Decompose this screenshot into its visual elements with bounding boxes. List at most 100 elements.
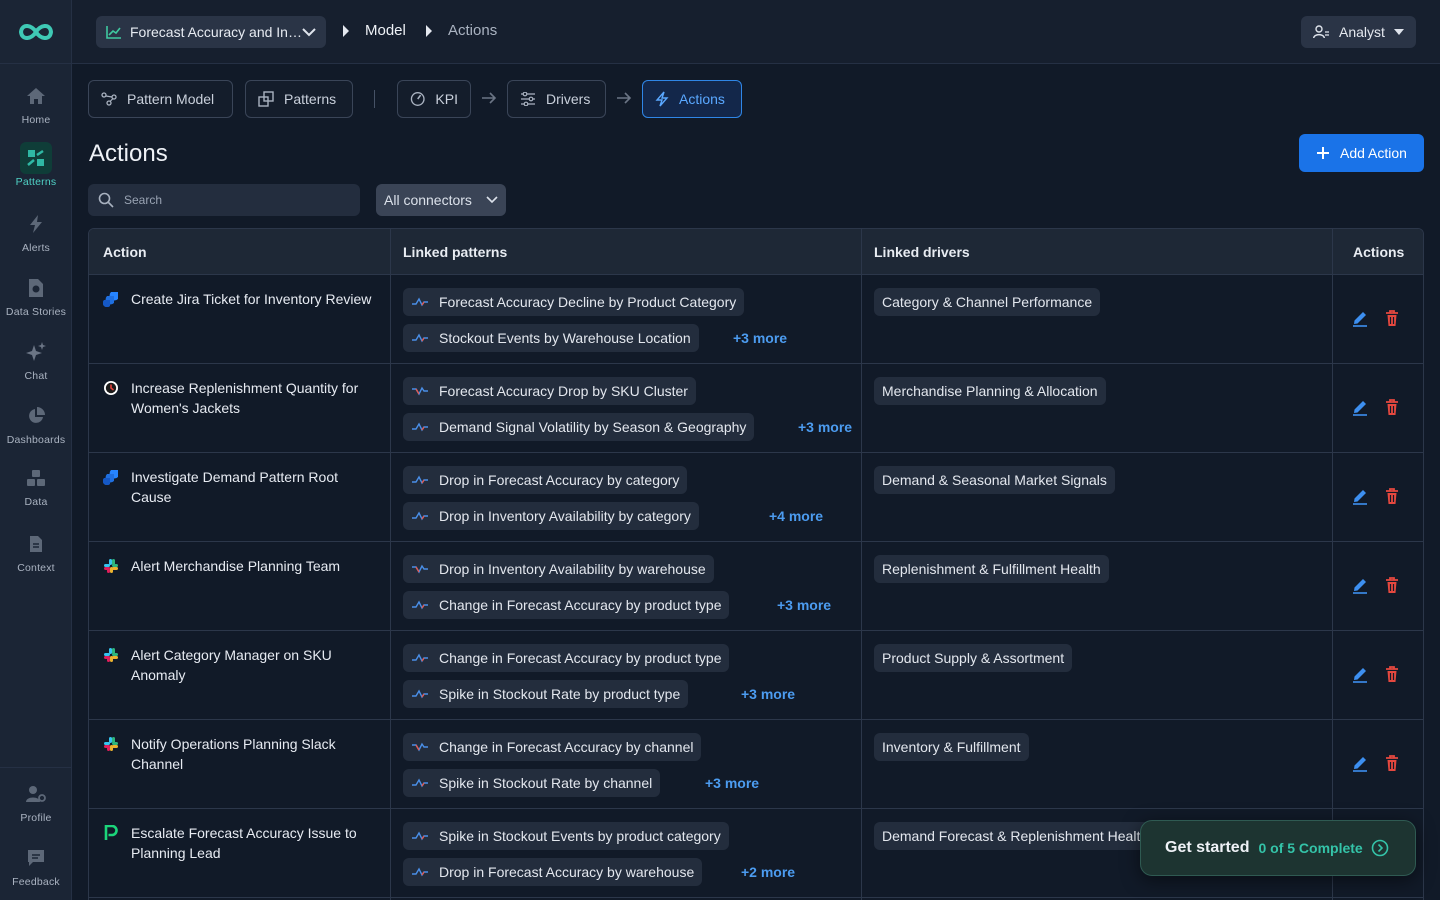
tab-actions[interactable]: Actions [642, 80, 742, 118]
project-select[interactable]: Forecast Accuracy and Inventory Performa… [96, 16, 326, 48]
actions-table: Action Linked patterns Linked drivers Ac… [88, 228, 1424, 900]
driver-chip-label: Demand & Seasonal Market Signals [882, 472, 1107, 488]
nav-profile[interactable]: Profile [0, 778, 72, 824]
tab-kpi[interactable]: KPI [397, 80, 471, 118]
pattern-chip[interactable]: Forecast Accuracy Decline by Product Cat… [403, 288, 745, 316]
tab-label: Patterns [284, 91, 337, 107]
more-patterns-link[interactable]: +3 more [705, 775, 759, 791]
driver-chip[interactable]: Merchandise Planning & Allocation [874, 377, 1106, 405]
trend-up-icon [411, 650, 439, 666]
nav-dashboards[interactable]: Dashboards [0, 400, 72, 446]
delete-icon[interactable] [1383, 398, 1401, 416]
more-patterns-link[interactable]: +3 more [798, 419, 852, 435]
table-row[interactable]: Investigate Demand Pattern Root Cause Dro… [89, 453, 1423, 542]
nav-feedback[interactable]: Feedback [0, 842, 72, 888]
tab-drivers[interactable]: Drivers [507, 80, 606, 118]
more-patterns-link[interactable]: +3 more [741, 686, 795, 702]
driver-chip[interactable]: Replenishment & Fulfillment Health [874, 555, 1109, 583]
more-patterns-link[interactable]: +3 more [777, 597, 831, 613]
trend-up-icon [411, 828, 439, 844]
edit-icon[interactable] [1351, 754, 1369, 772]
table-row[interactable]: Notify Operations Planning Slack Channel… [89, 720, 1423, 809]
action-name[interactable]: Escalate Forecast Accuracy Issue to Plan… [131, 823, 373, 863]
pattern-chip[interactable]: Spike in Stockout Rate by product type [403, 680, 689, 708]
role-select[interactable]: Analyst [1301, 16, 1416, 48]
table-row[interactable]: Alert Merchandise Planning Team Drop in I… [89, 542, 1423, 631]
nav-label: Alerts [21, 242, 51, 254]
nav-chat[interactable]: Chat [0, 336, 72, 382]
driver-chip[interactable]: Demand & Seasonal Market Signals [874, 466, 1115, 494]
sliders-icon [521, 92, 535, 106]
pattern-chip[interactable]: Change in Forecast Accuracy by channel [403, 733, 702, 761]
pattern-chip[interactable]: Drop in Inventory Availability by wareho… [403, 555, 714, 583]
search-input[interactable] [124, 193, 344, 207]
nav-patterns[interactable]: Patterns [0, 142, 72, 188]
delete-icon[interactable] [1383, 309, 1401, 327]
pattern-chip[interactable]: Drop in Forecast Accuracy by category [403, 466, 688, 494]
pattern-chip-label: Stockout Events by Warehouse Location [439, 330, 691, 346]
pattern-chip[interactable]: Stockout Events by Warehouse Location [403, 324, 699, 352]
column-divider [1332, 229, 1333, 900]
delete-icon[interactable] [1383, 665, 1401, 683]
driver-chip-label: Inventory & Fulfillment [882, 739, 1021, 755]
action-name[interactable]: Alert Merchandise Planning Team [131, 556, 340, 576]
table-row[interactable]: Alert Category Manager on SKU Anomaly Cha… [89, 631, 1423, 720]
tab-patterns[interactable]: Patterns [245, 80, 353, 118]
project-name: Forecast Accuracy and Inventory Performa… [130, 24, 302, 40]
edit-icon[interactable] [1351, 309, 1369, 327]
action-name[interactable]: Alert Category Manager on SKU Anomaly [131, 645, 373, 685]
pattern-chip[interactable]: Spike in Stockout Rate by channel [403, 769, 661, 797]
nav-data-stories[interactable]: Data Stories [0, 272, 72, 318]
arrow-right-icon [482, 92, 497, 104]
more-patterns-link[interactable]: +2 more [741, 864, 795, 880]
driver-chip[interactable]: Product Supply & Assortment [874, 644, 1073, 672]
delete-icon[interactable] [1383, 576, 1401, 594]
more-patterns-link[interactable]: +3 more [733, 330, 787, 346]
driver-chip[interactable]: Demand Forecast & Replenishment Health [874, 822, 1157, 850]
edit-icon[interactable] [1351, 576, 1369, 594]
pattern-chip[interactable]: Forecast Accuracy Drop by SKU Cluster [403, 377, 696, 405]
nav-context[interactable]: Context [0, 528, 72, 574]
trend-up-icon [411, 294, 439, 310]
row-actions [1351, 487, 1401, 505]
action-name[interactable]: Investigate Demand Pattern Root Cause [131, 467, 373, 507]
action-name[interactable]: Notify Operations Planning Slack Channel [131, 734, 373, 774]
table-row[interactable]: Create Jira Ticket for Inventory Review F… [89, 275, 1423, 364]
delete-icon[interactable] [1383, 754, 1401, 772]
nav-home[interactable]: Home [0, 80, 72, 126]
pattern-chip[interactable]: Drop in Forecast Accuracy by warehouse [403, 858, 703, 886]
action-name[interactable]: Increase Replenishment Quantity for Wome… [131, 378, 373, 418]
sidebar: Home Patterns Alerts Data Stories Chat D… [0, 0, 72, 900]
breadcrumb-model[interactable]: Model [343, 22, 406, 39]
topbar: Forecast Accuracy and Inventory Performa… [72, 0, 1440, 64]
action-cell: Create Jira Ticket for Inventory Review [102, 289, 373, 309]
more-patterns-link[interactable]: +4 more [769, 508, 823, 524]
delete-icon[interactable] [1383, 487, 1401, 505]
edit-icon[interactable] [1351, 487, 1369, 505]
action-name[interactable]: Create Jira Ticket for Inventory Review [131, 289, 371, 309]
trend-down-icon [411, 383, 439, 399]
row-actions [1351, 576, 1401, 594]
app-logo[interactable] [0, 0, 71, 64]
pattern-chip[interactable]: Demand Signal Volatility by Season & Geo… [403, 413, 755, 441]
pattern-chip[interactable]: Spike in Stockout Events by product cate… [403, 822, 729, 850]
get-started-widget[interactable]: Get started 0 of 5 Complete [1140, 820, 1416, 876]
pattern-chip[interactable]: Drop in Inventory Availability by catego… [403, 502, 699, 530]
user-gear-icon [20, 778, 52, 810]
nav-data[interactable]: Data [0, 462, 72, 508]
edit-icon[interactable] [1351, 398, 1369, 416]
driver-chip[interactable]: Category & Channel Performance [874, 288, 1101, 316]
driver-chip[interactable]: Inventory & Fulfillment [874, 733, 1029, 761]
nav-alerts[interactable]: Alerts [0, 208, 72, 254]
trend-down-icon [411, 561, 439, 577]
trend-up-icon [411, 419, 439, 435]
header-linked-drivers: Linked drivers [874, 244, 970, 260]
connector-filter-select[interactable]: All connectors [376, 184, 506, 216]
column-divider [390, 229, 391, 900]
table-row[interactable]: Increase Replenishment Quantity for Wome… [89, 364, 1423, 453]
pattern-chip[interactable]: Change in Forecast Accuracy by product t… [403, 644, 730, 672]
add-action-button[interactable]: Add Action [1299, 134, 1424, 172]
pattern-chip[interactable]: Change in Forecast Accuracy by product t… [403, 591, 730, 619]
edit-icon[interactable] [1351, 665, 1369, 683]
tab-pattern-model[interactable]: Pattern Model [88, 80, 233, 118]
